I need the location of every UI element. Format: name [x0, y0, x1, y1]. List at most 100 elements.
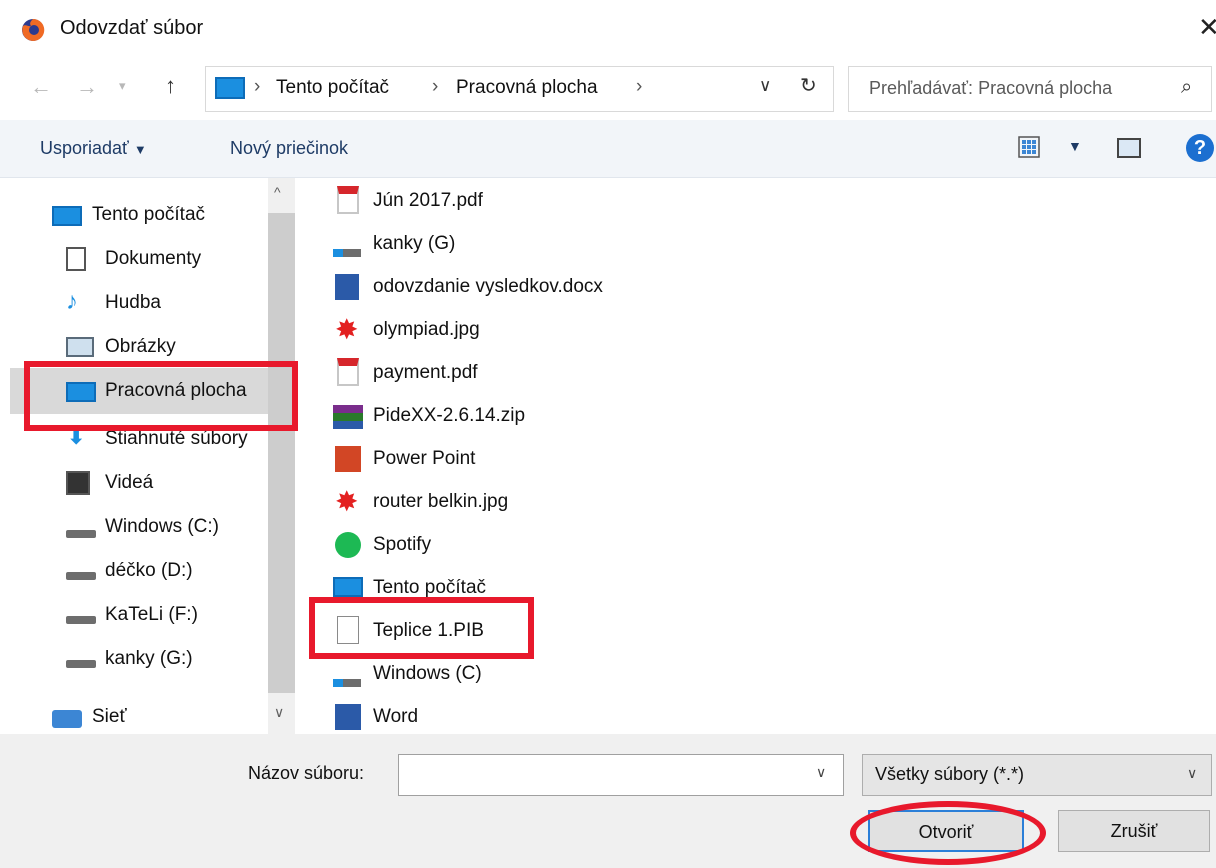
- file-name: payment.pdf: [373, 362, 478, 383]
- word-doc-icon: [335, 274, 359, 300]
- filename-dropdown-icon[interactable]: ∨: [816, 764, 826, 781]
- breadcrumb-separator-icon: ›: [636, 76, 643, 97]
- new-folder-button[interactable]: Nový priečinok: [230, 138, 348, 159]
- file-type-select[interactable]: Všetky súbory (*.*) ∨: [862, 754, 1212, 796]
- image-file-icon: ✸: [335, 486, 359, 517]
- image-file-icon: ✸: [335, 314, 359, 345]
- nav-item-label: déčko (D:): [105, 560, 193, 581]
- address-bar[interactable]: › Tento počítač › Pracovná plocha › ∨ ↻: [205, 66, 834, 112]
- breadcrumb-this-pc[interactable]: Tento počítač: [276, 77, 389, 99]
- file-type-value: Všetky súbory (*.*): [875, 764, 1025, 784]
- list-item[interactable]: odovzdanie vysledkov.docx: [333, 268, 733, 304]
- address-dropdown-icon[interactable]: ∨: [759, 76, 771, 96]
- scroll-up-icon[interactable]: ^: [274, 184, 281, 200]
- drive-shortcut-icon: [333, 679, 361, 687]
- search-icon[interactable]: ⌕: [1181, 76, 1192, 99]
- documents-icon: [66, 247, 86, 271]
- list-item[interactable]: ✸ olympiad.jpg: [333, 311, 733, 347]
- search-input[interactable]: Prehľadávať: Pracovná plocha ⌕: [848, 66, 1212, 112]
- word-shortcut-icon: [335, 704, 361, 730]
- nav-scrollbar-thumb[interactable]: [268, 213, 295, 693]
- breadcrumb-desktop[interactable]: Pracovná plocha: [456, 77, 598, 99]
- nav-item-drive-g[interactable]: kanky (G:): [0, 638, 268, 680]
- powerpoint-shortcut-icon: [335, 446, 361, 472]
- organize-button[interactable]: Usporiadať ▼: [40, 138, 147, 159]
- drive-icon: [66, 616, 96, 624]
- pdf-icon: [337, 186, 359, 214]
- nav-item-music[interactable]: ♪ Hudba: [0, 282, 268, 324]
- annotation-desktop-highlight: [24, 361, 298, 431]
- view-options-icon[interactable]: [1018, 136, 1040, 158]
- nav-item-label: Tento počítač: [92, 204, 206, 225]
- nav-item-this-pc[interactable]: Tento počítač: [0, 194, 268, 236]
- toolbar: Usporiadať ▼ Nový priečinok ▼ ?: [0, 120, 1216, 178]
- music-icon: ♪: [66, 288, 78, 315]
- computer-shortcut-icon: [333, 577, 363, 597]
- organize-label: Usporiadať: [40, 138, 129, 158]
- list-item[interactable]: kanky (G): [333, 225, 733, 261]
- back-arrow-icon[interactable]: ←: [30, 74, 52, 100]
- list-item[interactable]: Windows (C): [333, 655, 733, 691]
- annotation-file-highlight: [309, 597, 534, 659]
- file-name: Jún 2017.pdf: [373, 190, 483, 211]
- file-name: Windows (C): [373, 663, 482, 684]
- cancel-button[interactable]: Zrušiť: [1058, 810, 1210, 852]
- network-icon: [52, 710, 82, 728]
- nav-item-label: Sieť: [92, 706, 127, 727]
- nav-item-drive-d[interactable]: déčko (D:): [0, 550, 268, 592]
- shortcut-drive-icon: [333, 249, 361, 257]
- nav-item-label: Hudba: [105, 292, 161, 313]
- list-item[interactable]: Spotify: [333, 526, 733, 562]
- nav-item-label: Stiahnuté súbory: [105, 428, 248, 449]
- nav-item-network[interactable]: Sieť: [0, 696, 268, 734]
- file-name: Word: [373, 706, 419, 727]
- nav-item-label: Obrázky: [105, 336, 176, 357]
- file-name: olympiad.jpg: [373, 319, 480, 340]
- videos-icon: [66, 471, 90, 495]
- chevron-down-icon: ∨: [1187, 765, 1198, 781]
- recent-dropdown-icon[interactable]: ▾: [119, 78, 126, 94]
- up-arrow-icon[interactable]: ↑: [165, 73, 176, 99]
- drive-windows-icon: [66, 530, 96, 538]
- nav-item-label: Windows (C:): [105, 516, 220, 537]
- preview-pane-icon[interactable]: [1117, 138, 1141, 158]
- nav-item-videos[interactable]: Videá: [0, 462, 268, 504]
- list-item[interactable]: payment.pdf: [333, 354, 733, 390]
- annotation-open-button-circle: [850, 801, 1046, 865]
- nav-item-drive-c[interactable]: Windows (C:): [0, 506, 268, 548]
- search-placeholder: Prehľadávať: Pracovná plocha: [869, 78, 1113, 98]
- file-name: Spotify: [373, 534, 432, 555]
- list-item[interactable]: Power Point: [333, 440, 733, 476]
- firefox-icon: [22, 18, 45, 41]
- forward-arrow-icon[interactable]: →: [76, 74, 98, 100]
- pdf-icon: [337, 358, 359, 386]
- nav-item-drive-f[interactable]: KaTeLi (F:): [0, 594, 268, 636]
- close-icon[interactable]: ✕: [1198, 12, 1216, 43]
- file-name: router belkin.jpg: [373, 491, 509, 512]
- refresh-icon[interactable]: ↻: [800, 73, 817, 98]
- zip-archive-icon: [333, 405, 363, 429]
- title-bar: Odovzdať súbor ✕: [0, 0, 1216, 58]
- file-name: PideXX-2.6.14.zip: [373, 405, 526, 426]
- list-item[interactable]: Word: [333, 698, 733, 734]
- nav-item-label: kanky (G:): [105, 648, 193, 669]
- filename-label: Názov súboru:: [248, 763, 365, 783]
- nav-item-label: Dokumenty: [105, 248, 202, 269]
- window-title: Odovzdať súbor: [60, 17, 204, 39]
- view-dropdown-icon[interactable]: ▼: [1068, 138, 1082, 154]
- scroll-down-icon[interactable]: ∨: [274, 704, 284, 721]
- nav-item-label: KaTeLi (F:): [105, 604, 198, 625]
- pictures-icon: [66, 337, 94, 357]
- nav-item-documents[interactable]: Dokumenty: [0, 238, 268, 280]
- filename-input[interactable]: [398, 754, 844, 796]
- list-item[interactable]: Jún 2017.pdf: [333, 182, 733, 218]
- file-name: kanky (G): [373, 233, 456, 254]
- chevron-down-icon: ▼: [133, 142, 147, 157]
- drive-icon: [66, 572, 96, 580]
- drive-icon: [66, 660, 96, 668]
- list-item[interactable]: PideXX-2.6.14.zip: [333, 397, 733, 433]
- help-icon[interactable]: ?: [1186, 134, 1214, 162]
- computer-icon: [215, 77, 245, 99]
- spotify-shortcut-icon: [335, 532, 361, 558]
- list-item[interactable]: ✸ router belkin.jpg: [333, 483, 733, 519]
